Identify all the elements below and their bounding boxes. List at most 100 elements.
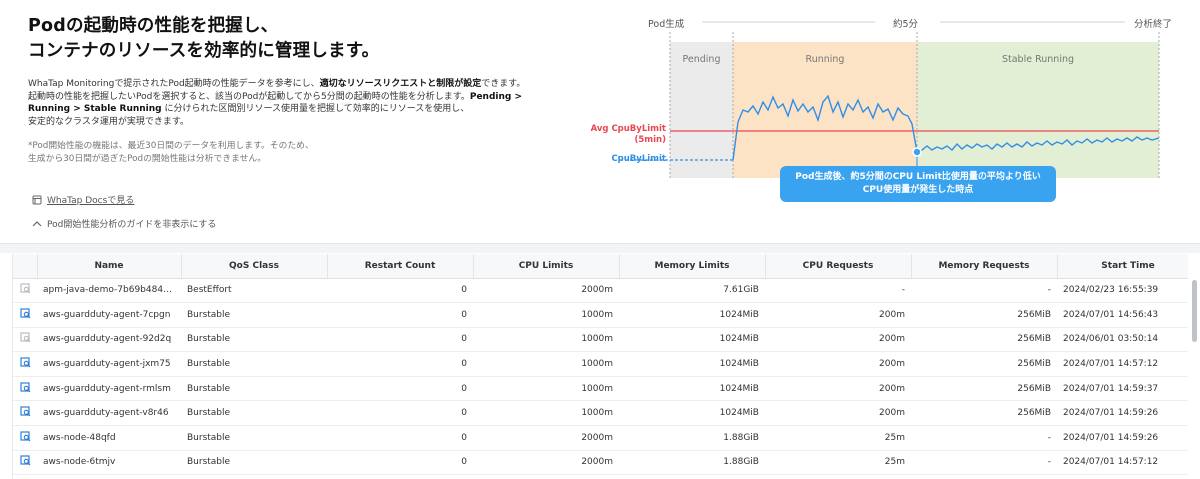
- start-time-cell: 2024/07/01 14:57:12: [1057, 351, 1188, 377]
- desc-text: に分けられた区間別リソース使用量を把握して効率的にリソースを使用し、: [161, 104, 470, 114]
- analyze-icon-cell[interactable]: [13, 376, 37, 402]
- cpu-requests-cell: 200m: [765, 302, 911, 328]
- column-header-memory-requests[interactable]: Memory Requests: [911, 254, 1058, 279]
- hide-guide-toggle[interactable]: Pod開始性能分析のガイドを非表示にする: [32, 217, 216, 230]
- desc-text: WhaTap Monitoringで提示されたPod起動時の性能データを参考にし…: [28, 79, 320, 89]
- restart-count-cell: 0: [327, 400, 473, 427]
- memory-limits-cell: 1.88GiB: [619, 425, 765, 451]
- cpu-limits-cell: 1000m: [473, 400, 619, 427]
- table-row[interactable]: aws-guardduty-agent-jxm75 Burstable 0 1000m…: [13, 351, 1188, 377]
- analyze-icon-cell[interactable]: [13, 327, 37, 353]
- pod-name-cell: aws-guardduty-agent-jxm75: [37, 351, 181, 377]
- phase-pending-label: Pending: [682, 54, 721, 65]
- table-row[interactable]: aws-guardduty-agent-92d2q Burstable 0 1000m…: [13, 327, 1188, 353]
- analyze-icon[interactable]: [19, 406, 31, 417]
- analyze-icon[interactable]: [19, 308, 31, 319]
- pod-name-cell: aws-guardduty-agent-7cpgn: [37, 302, 181, 328]
- analyze-icon[interactable]: [19, 357, 31, 368]
- cpu-requests-cell: 25m: [765, 425, 911, 451]
- column-header-qos-class[interactable]: QoS Class: [181, 254, 328, 279]
- table-header-row: Name QoS Class Restart Count CPU Limits …: [13, 254, 1188, 279]
- pod-name-cell: aws-node-48qfd: [37, 425, 181, 451]
- analyze-icon-cell[interactable]: [13, 278, 37, 304]
- restart-count-cell: 0: [327, 351, 473, 377]
- avg-cpu-limit-label-line-1: Avg CpuByLimit: [590, 124, 666, 134]
- table-row[interactable]: aws-guardduty-agent-v8r46 Burstable 0 1000m…: [13, 400, 1188, 427]
- table-row[interactable]: aws-node-48qfd Burstable 0 2000m 1.88GiB 25m -…: [13, 425, 1188, 451]
- label-about-5min: 約5分: [893, 19, 919, 30]
- column-header-cpu-limits[interactable]: CPU Limits: [473, 254, 620, 279]
- cpu-by-limit-label: CpuByLimit: [611, 154, 666, 164]
- whatap-docs-link[interactable]: WhaTap Docsで見る: [32, 193, 134, 206]
- analyze-icon[interactable]: [19, 455, 31, 466]
- phase-running-label: Running: [805, 54, 845, 65]
- start-time-cell: 2024/06/01 03:50:14: [1057, 327, 1188, 353]
- analyze-icon-cell[interactable]: [13, 425, 37, 451]
- table-scrollbar[interactable]: [1192, 280, 1197, 342]
- table-row[interactable]: aws-guardduty-agent-7cpgn Burstable 0 1000m…: [13, 302, 1188, 328]
- desc-text: 安定的なクラスタ運用が実現できます。: [28, 116, 189, 127]
- column-header-cpu-requests[interactable]: CPU Requests: [765, 254, 912, 279]
- memory-limits-cell: 1024MiB: [619, 400, 765, 427]
- pod-name-cell: aws-guardduty-agent-v8r46: [37, 400, 181, 427]
- cpu-limits-cell: 1000m: [473, 327, 619, 353]
- column-header-start-time[interactable]: Start Time: [1057, 254, 1188, 279]
- memory-requests-cell: -: [911, 450, 1057, 476]
- cpu-requests-cell: 200m: [765, 400, 911, 427]
- column-header-restart-count[interactable]: Restart Count: [327, 254, 474, 279]
- table-row[interactable]: apm-java-demo-7b69b484cf-... BestEffort 0 2…: [13, 278, 1188, 304]
- column-header-name[interactable]: Name: [37, 254, 182, 279]
- restart-count-cell: 0: [327, 327, 473, 353]
- analyze-icon[interactable]: [19, 431, 31, 442]
- pod-name-cell: aws-guardduty-agent-92d2q: [37, 327, 181, 353]
- memory-limits-cell: 1.88GiB: [619, 450, 765, 476]
- hide-guide-label[interactable]: Pod開始性能分析のガイドを非表示にする: [47, 217, 216, 230]
- analyze-icon-cell[interactable]: [13, 450, 37, 476]
- qos-class-cell: Burstable: [181, 327, 327, 353]
- low-usage-marker: [912, 147, 922, 157]
- desc-emphasis: Pending >: [469, 91, 523, 102]
- cpu-limits-cell: 1000m: [473, 351, 619, 377]
- table-row[interactable]: aws-guardduty-agent-rmlsm Burstable 0 1000m…: [13, 376, 1188, 402]
- memory-requests-cell: 256MiB: [911, 327, 1057, 353]
- memory-limits-cell: 1024MiB: [619, 327, 765, 353]
- memory-requests-cell: 256MiB: [911, 351, 1057, 377]
- restart-count-cell: 0: [327, 425, 473, 451]
- restart-count-cell: 0: [327, 376, 473, 402]
- start-time-cell: 2024/07/01 14:59:26: [1057, 425, 1188, 451]
- analyze-icon[interactable]: [19, 382, 31, 393]
- table-row[interactable]: aws-node-6tmjv Burstable 0 2000m 1.88GiB 25m -…: [13, 450, 1188, 476]
- chevron-up-icon: [32, 220, 42, 226]
- qos-class-cell: Burstable: [181, 351, 327, 377]
- memory-limits-cell: 1024MiB: [619, 376, 765, 402]
- start-time-cell: 2024/07/01 14:56:43: [1057, 302, 1188, 328]
- desc-text: 起動時の性能を把握したいPodを選択すると、該当のPodが起動してから5分間の起…: [28, 91, 470, 102]
- pod-table: Name QoS Class Restart Count CPU Limits …: [12, 254, 1188, 479]
- start-time-cell: 2024/02/23 16:55:39: [1057, 278, 1188, 304]
- guide-title-line-2: コンテナのリソースを効率的に管理します。: [28, 41, 380, 61]
- pod-start-guide-panel: Podの起動時の性能を把握し、 コンテナのリソースを効率的に管理します。 Wha…: [0, 0, 1200, 243]
- callout-line-1: Pod生成後、約5分間のCPU Limit比使用量の平均より低い: [795, 172, 1041, 182]
- qos-class-cell: Burstable: [181, 450, 327, 476]
- pod-name-cell: apm-java-demo-7b69b484cf-...: [37, 278, 181, 304]
- restart-count-cell: 0: [327, 450, 473, 476]
- desc-text: できます。: [481, 79, 526, 89]
- label-analysis-end: 分析終了: [1134, 19, 1173, 30]
- cpu-limits-cell: 2000m: [473, 450, 619, 476]
- analyze-icon-cell[interactable]: [13, 302, 37, 328]
- column-header-memory-limits[interactable]: Memory Limits: [619, 254, 766, 279]
- docs-link-label[interactable]: WhaTap Docsで見る: [47, 193, 134, 206]
- column-header-icon: [13, 254, 38, 279]
- pod-start-diagram: Pod生成 約5分 分析終了 Pending Running Stable Ru…: [590, 12, 1190, 212]
- phase-stable-label: Stable Running: [1001, 54, 1075, 65]
- analyze-icon-cell[interactable]: [13, 400, 37, 427]
- memory-limits-cell: 7.61GiB: [619, 278, 765, 304]
- cpu-limits-cell: 1000m: [473, 376, 619, 402]
- memory-requests-cell: 256MiB: [911, 302, 1057, 328]
- restart-count-cell: 0: [327, 302, 473, 328]
- analyze-icon-cell[interactable]: [13, 351, 37, 377]
- cpu-limits-cell: 1000m: [473, 302, 619, 328]
- analyze-icon-disabled: [19, 332, 30, 343]
- guide-note: *Pod開始性能の機能は、最近30日間のデータを利用します。そのため、 生成から…: [28, 140, 314, 165]
- qos-class-cell: Burstable: [181, 400, 327, 427]
